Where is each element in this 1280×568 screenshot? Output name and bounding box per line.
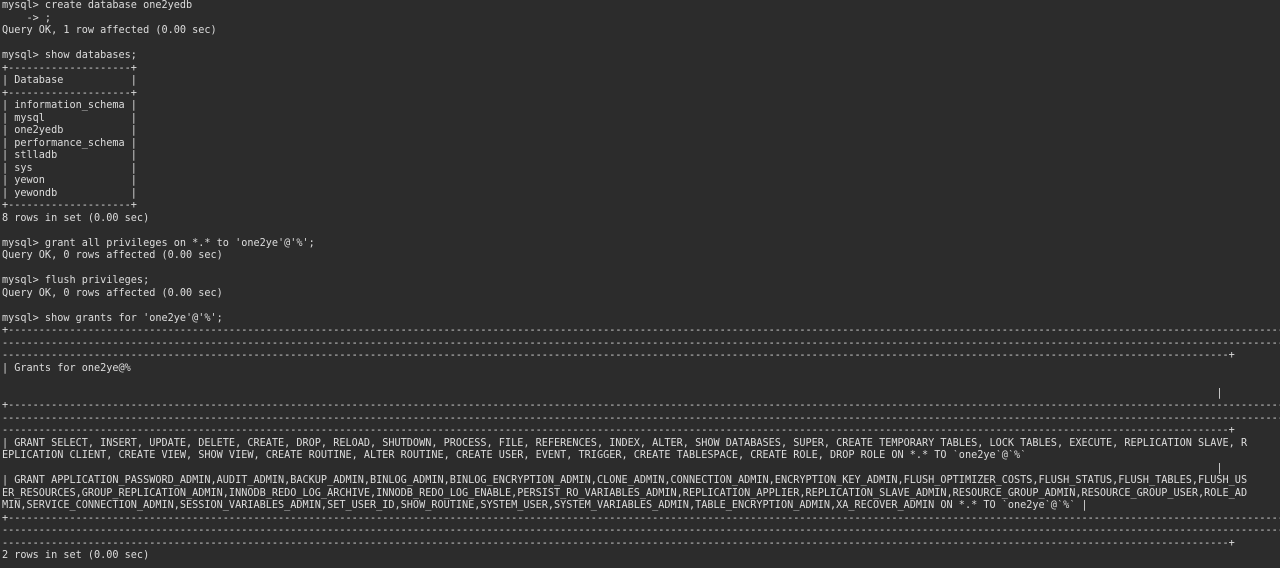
terminal-line: ----------------------------------------… — [2, 525, 1280, 536]
terminal-line: Query OK, 1 row affected (0.00 sec) — [2, 25, 217, 36]
terminal-line: | Database | — [2, 75, 137, 86]
terminal-line: +---------------------------------------… — [2, 325, 1280, 336]
terminal-line: | information_schema | — [2, 100, 137, 111]
terminal-line: 2 rows in set (0.00 sec) — [2, 550, 150, 561]
terminal-line: +--------------------+ — [2, 200, 137, 211]
terminal-line: Query OK, 0 rows affected (0.00 sec) — [2, 287, 223, 299]
terminal-line: MIN,SERVICE_CONNECTION_ADMIN,SESSION_VAR… — [2, 500, 1088, 511]
terminal-line: mysql> grant all privileges on *.* to 'o… — [2, 237, 315, 249]
terminal-line: | — [2, 387, 1223, 399]
terminal-line: ER_RESOURCES,GROUP_REPLICATION_ADMIN,INN… — [2, 487, 1248, 499]
terminal-line: ----------------------------------------… — [2, 537, 1235, 549]
terminal-line: | GRANT SELECT, INSERT, UPDATE, DELETE, … — [2, 437, 1248, 449]
terminal-line: | GRANT APPLICATION_PASSWORD_ADMIN,AUDIT… — [2, 475, 1248, 486]
terminal-line: | yewondb | — [2, 187, 137, 199]
terminal-line: mysql> show databases; — [2, 50, 137, 61]
terminal-output[interactable]: mysql> create database one2yedb -> ; Que… — [0, 0, 1280, 568]
terminal-line: -> ; — [2, 12, 52, 24]
terminal-line: mysql> show grants for 'one2ye'@'%'; — [2, 312, 223, 324]
terminal-line: | yewon | — [2, 175, 137, 186]
terminal-line: | one2yedb | — [2, 125, 137, 136]
terminal-line: ----------------------------------------… — [2, 412, 1280, 424]
terminal-line: mysql> flush privileges; — [2, 275, 150, 286]
terminal-line: | — [2, 462, 1223, 474]
terminal-line: ----------------------------------------… — [2, 350, 1235, 361]
terminal-line: +---------------------------------------… — [2, 512, 1280, 524]
terminal-line: 8 rows in set (0.00 sec) — [2, 212, 150, 224]
terminal-line: +--------------------+ — [2, 87, 137, 99]
terminal-line: | Grants for one2ye@% — [2, 362, 131, 374]
terminal-line: | stlladb | — [2, 150, 137, 161]
terminal-line: EPLICATION CLIENT, CREATE VIEW, SHOW VIE… — [2, 450, 1027, 461]
terminal-line: | sys | — [2, 162, 137, 174]
terminal-line: | performance_schema | — [2, 137, 137, 149]
terminal-line: ----------------------------------------… — [2, 425, 1235, 436]
terminal-line: Query OK, 0 rows affected (0.00 sec) — [2, 250, 223, 261]
terminal-line: +---------------------------------------… — [2, 400, 1280, 411]
terminal-line: | mysql | — [2, 112, 137, 124]
terminal-line: +--------------------+ — [2, 62, 137, 74]
terminal-line: mysql> create database one2yedb — [2, 0, 193, 11]
terminal-line: ----------------------------------------… — [2, 337, 1280, 349]
